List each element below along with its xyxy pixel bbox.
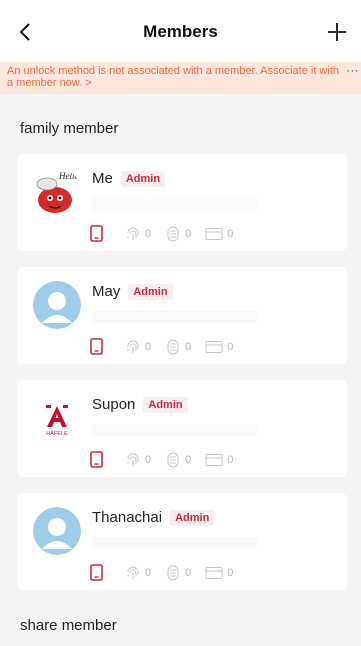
fingerprint-count: 0 bbox=[145, 453, 152, 466]
card-count: 0 bbox=[227, 227, 234, 240]
fingerprint-method: 0 bbox=[125, 565, 151, 581]
section-title-share: share member bbox=[20, 617, 117, 634]
page-title: Members bbox=[143, 22, 218, 41]
password-method: 0 bbox=[165, 565, 191, 581]
card-count: 0 bbox=[227, 453, 234, 466]
card-method: 0 bbox=[205, 566, 233, 580]
card-method: 0 bbox=[205, 340, 233, 354]
app-unlock-method bbox=[90, 338, 103, 355]
card-count: 0 bbox=[227, 340, 234, 353]
avatar: Hello bbox=[33, 168, 81, 216]
add-member-button[interactable] bbox=[325, 20, 349, 44]
password-icon bbox=[167, 565, 179, 580]
phone-icon bbox=[90, 338, 103, 355]
card-icon bbox=[205, 566, 223, 579]
phone-icon bbox=[90, 564, 103, 581]
cartoon-text: Hello bbox=[58, 171, 79, 181]
fingerprint-count: 0 bbox=[145, 227, 152, 240]
fingerprint-icon bbox=[127, 453, 139, 466]
notice-text: An unlock method is not associated with … bbox=[7, 65, 339, 89]
card-method: 0 bbox=[205, 453, 233, 467]
admin-badge: Admin bbox=[128, 283, 173, 300]
admin-badge: Admin bbox=[170, 509, 215, 526]
card-method: 0 bbox=[205, 227, 233, 241]
section-title-family: family member bbox=[20, 120, 119, 137]
app-unlock-method bbox=[90, 451, 103, 468]
card-icon bbox=[205, 340, 223, 353]
fingerprint-method: 0 bbox=[125, 452, 151, 468]
unassociated-unlock-notice[interactable]: An unlock method is not associated with … bbox=[0, 62, 361, 94]
password-icon bbox=[167, 339, 179, 354]
fingerprint-icon bbox=[127, 566, 139, 579]
hafele-logo-icon: HÄFELE bbox=[33, 394, 81, 442]
phone-icon bbox=[90, 451, 103, 468]
phone-icon bbox=[90, 225, 103, 242]
avatar bbox=[33, 507, 81, 555]
member-name: Supon bbox=[92, 396, 136, 413]
member-card[interactable]: Hello Me Admin 0 0 0 bbox=[17, 154, 347, 251]
password-count: 0 bbox=[185, 453, 192, 466]
password-icon bbox=[167, 226, 179, 241]
member-card[interactable]: Thanachai Admin 0 0 0 bbox=[17, 493, 347, 590]
member-subtitle-placeholder bbox=[92, 311, 257, 323]
fingerprint-count: 0 bbox=[145, 566, 152, 579]
password-method: 0 bbox=[165, 226, 191, 242]
cartoon-avatar-icon: Hello bbox=[33, 168, 81, 216]
card-icon bbox=[205, 453, 223, 466]
fingerprint-icon bbox=[127, 340, 139, 353]
admin-badge: Admin bbox=[120, 170, 166, 187]
avatar: HÄFELE bbox=[33, 394, 81, 442]
unlock-methods: 0 0 0 bbox=[90, 451, 247, 468]
fingerprint-method: 0 bbox=[125, 226, 151, 242]
admin-badge: Admin bbox=[143, 396, 188, 413]
fingerprint-count: 0 bbox=[145, 340, 152, 353]
fingerprint-icon bbox=[127, 227, 139, 240]
member-subtitle-placeholder bbox=[92, 537, 257, 549]
member-name: Me bbox=[92, 170, 113, 187]
app-unlock-method bbox=[90, 225, 103, 242]
app-unlock-method bbox=[90, 564, 103, 581]
password-icon bbox=[167, 452, 179, 467]
plus-icon bbox=[328, 23, 346, 41]
member-subtitle-placeholder bbox=[92, 198, 257, 210]
default-avatar-icon bbox=[33, 507, 81, 555]
password-method: 0 bbox=[165, 339, 191, 355]
password-count: 0 bbox=[185, 227, 192, 240]
fingerprint-method: 0 bbox=[125, 339, 151, 355]
member-subtitle-placeholder bbox=[92, 424, 257, 436]
card-icon bbox=[205, 227, 223, 240]
member-name: Thanachai bbox=[92, 509, 163, 526]
password-count: 0 bbox=[185, 566, 192, 579]
top-bar: Members bbox=[0, 0, 361, 62]
card-count: 0 bbox=[227, 566, 234, 579]
unlock-methods: 0 0 0 bbox=[90, 564, 247, 581]
member-card[interactable]: May Admin 0 0 0 bbox=[17, 267, 347, 364]
unlock-methods: 0 0 0 bbox=[90, 338, 247, 355]
password-method: 0 bbox=[165, 452, 191, 468]
avatar bbox=[33, 281, 81, 329]
default-avatar-icon bbox=[33, 281, 81, 329]
member-card[interactable]: HÄFELE Supon Admin 0 0 0 bbox=[17, 380, 347, 477]
more-icon: ⋯ bbox=[346, 63, 359, 78]
logo-text: HÄFELE bbox=[46, 430, 68, 437]
member-name: May bbox=[92, 283, 121, 300]
password-count: 0 bbox=[185, 340, 192, 353]
unlock-methods: 0 0 0 bbox=[90, 225, 247, 242]
